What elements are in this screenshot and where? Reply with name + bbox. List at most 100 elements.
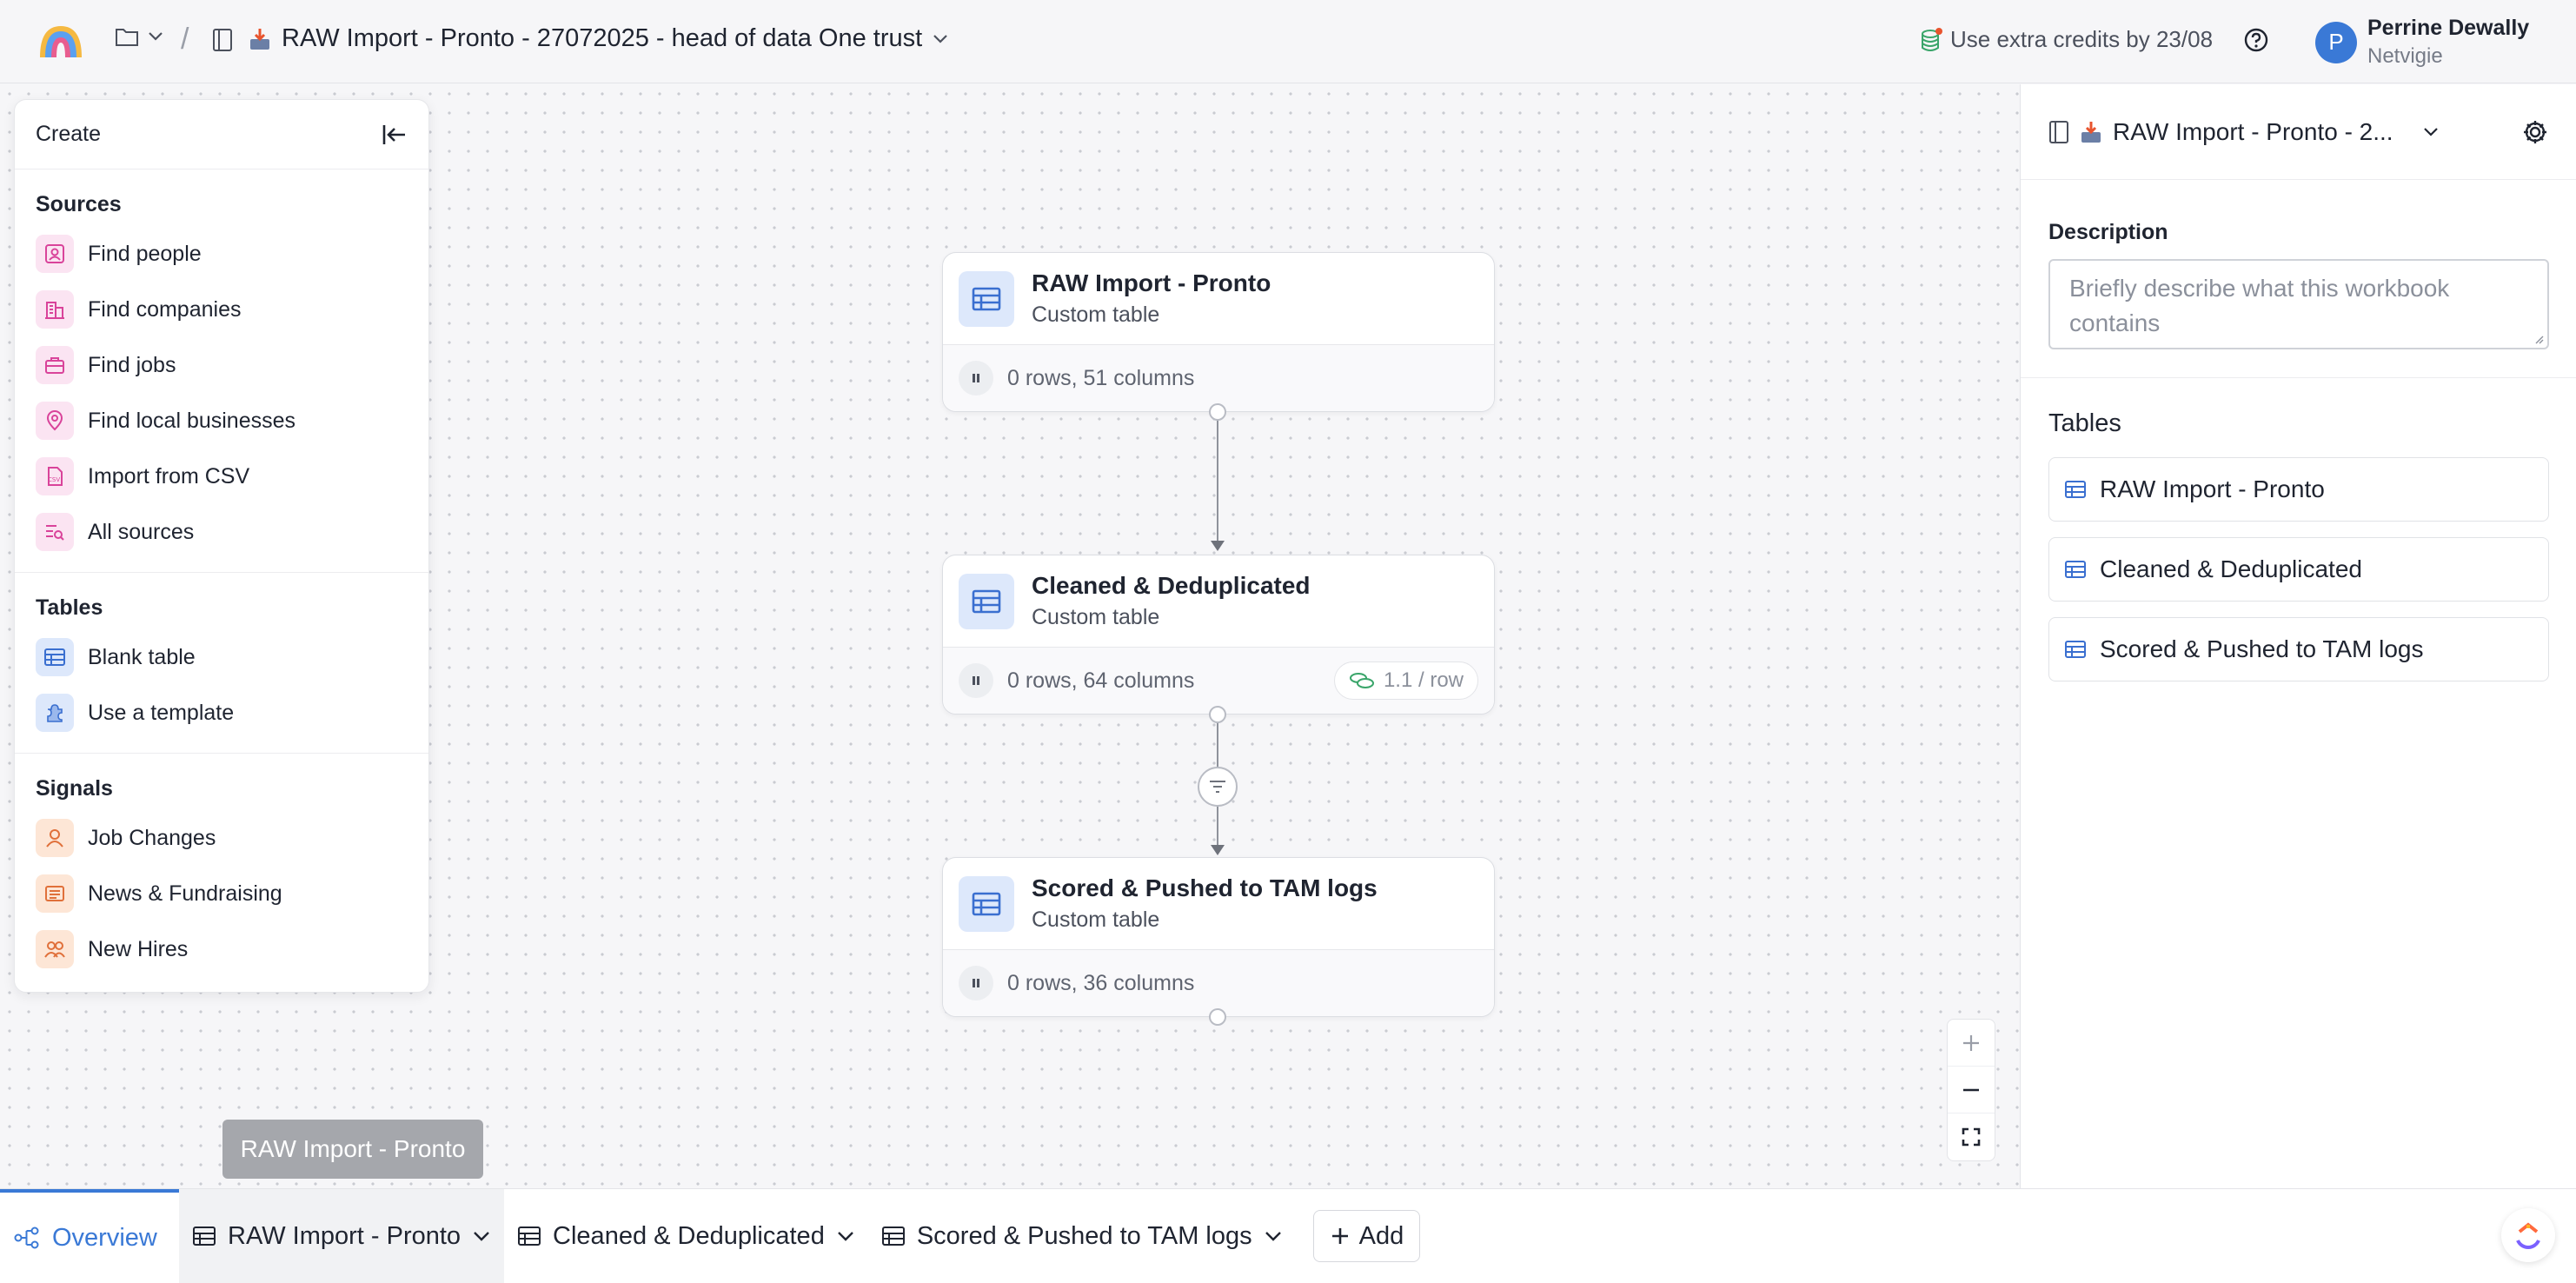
table-list-label: Cleaned & Deduplicated (2100, 555, 2362, 582)
item-label: Import from CSV (88, 463, 250, 489)
connector-line (1217, 718, 1218, 767)
chevron-down-icon (148, 31, 163, 42)
node-output-port[interactable] (1209, 403, 1226, 421)
credits-notice[interactable]: Use extra credits by 23/08 (1921, 26, 2213, 53)
arrow-head (1211, 845, 1225, 855)
chevron-down-icon[interactable] (2423, 127, 2439, 137)
description-textarea[interactable]: Briefly describe what this workbook cont… (2048, 259, 2549, 349)
tab-scored[interactable]: Scored & Pushed to TAM logs (868, 1189, 1296, 1283)
signals-section: Signals Job Changes News & Fundraising N… (15, 754, 428, 989)
resize-handle-icon[interactable] (2533, 334, 2544, 344)
create-panel: Create Sources Find people Find companie… (14, 99, 429, 993)
tab-label: Overview (52, 1223, 157, 1252)
tables-heading: Tables (2048, 409, 2121, 437)
fit-view-button[interactable] (1948, 1113, 1995, 1160)
panel-workbook-title[interactable]: RAW Import - Pronto - 2... (2048, 118, 2393, 146)
table-list-item[interactable]: Cleaned & Deduplicated (2048, 537, 2549, 602)
puzzle-icon (36, 694, 74, 732)
workbook-title-menu[interactable]: RAW Import - Pronto - 27072025 - head of… (249, 24, 948, 53)
svg-text:CSV: CSV (48, 476, 60, 483)
item-label: Use a template (88, 700, 235, 725)
minus-icon (1962, 1080, 1981, 1100)
find-jobs-item[interactable]: Find jobs (36, 337, 408, 393)
inbox-tray-icon (249, 27, 271, 51)
zoom-in-button[interactable] (1948, 1020, 1995, 1067)
pause-button[interactable] (959, 663, 993, 698)
node-title: Scored & Pushed to TAM logs (1032, 874, 1378, 901)
node-subtitle: Custom table (1032, 605, 1160, 629)
table-icon (959, 875, 1014, 932)
coins-icon (1349, 671, 1375, 690)
blank-table-item[interactable]: Blank table (36, 629, 408, 685)
find-people-item[interactable]: Find people (36, 226, 408, 282)
workbook-details-panel: RAW Import - Pronto - 2... Description B… (2020, 84, 2576, 1188)
use-template-item[interactable]: Use a template (36, 685, 408, 741)
create-panel-title: Create (36, 122, 102, 146)
node-stats: 0 rows, 51 columns (1007, 365, 1195, 390)
credits-text: Use extra credits by 23/08 (1950, 26, 2214, 52)
table-node[interactable]: Cleaned & Deduplicated Custom table 0 ro… (942, 555, 1495, 715)
gear-icon[interactable] (2522, 119, 2548, 145)
table-icon (959, 573, 1014, 629)
import-csv-item[interactable]: CSV Import from CSV (36, 449, 408, 504)
list-search-icon (36, 513, 74, 551)
collapse-panel-icon[interactable] (382, 123, 408, 146)
filter-node[interactable] (1198, 767, 1238, 807)
table-icon (2065, 481, 2086, 498)
table-icon (193, 1226, 216, 1246)
pause-button[interactable] (959, 966, 993, 1000)
app-logo-icon[interactable] (37, 21, 85, 59)
new-hires-item[interactable]: New Hires (36, 921, 408, 977)
pause-button[interactable] (959, 361, 993, 396)
node-title: Cleaned & Deduplicated (1032, 572, 1311, 599)
find-local-businesses-item[interactable]: Find local businesses (36, 393, 408, 449)
news-fundraising-item[interactable]: News & Fundraising (36, 866, 408, 921)
fullscreen-icon (1962, 1127, 1981, 1147)
table-icon (518, 1226, 541, 1246)
tab-overview[interactable]: Overview (0, 1188, 179, 1283)
user-menu[interactable]: P Perrine Dewally Netvigie (2315, 16, 2529, 69)
table-node[interactable]: Scored & Pushed to TAM logs Custom table… (942, 857, 1495, 1017)
find-companies-item[interactable]: Find companies (36, 282, 408, 337)
assistant-logo-icon[interactable] (2501, 1208, 2555, 1262)
tab-cleaned[interactable]: Cleaned & Deduplicated (504, 1189, 868, 1283)
item-label: Find people (88, 241, 202, 266)
map-pin-icon (36, 402, 74, 440)
add-label: Add (1358, 1221, 1404, 1250)
plus-icon (1330, 1226, 1351, 1246)
connector-line (1217, 415, 1218, 542)
credit-rate-text: 1.1 / row (1383, 668, 1464, 692)
zoom-out-button[interactable] (1948, 1067, 1995, 1113)
person-icon (36, 819, 74, 857)
all-sources-item[interactable]: All sources (36, 504, 408, 560)
table-icon (881, 1226, 905, 1246)
tab-tooltip: RAW Import - Pronto (222, 1120, 483, 1179)
table-node[interactable]: RAW Import - Pronto Custom table 0 rows,… (942, 252, 1495, 412)
node-output-port[interactable] (1209, 706, 1226, 723)
workbook-icon (2048, 120, 2069, 144)
add-tab-button[interactable]: Add (1312, 1210, 1421, 1262)
node-output-port[interactable] (1209, 1008, 1226, 1026)
person-card-icon (36, 235, 74, 273)
workbook-icon (212, 28, 233, 52)
divider (2021, 377, 2576, 378)
table-icon (2065, 561, 2086, 578)
job-changes-item[interactable]: Job Changes (36, 810, 408, 866)
chevron-down-icon[interactable] (1265, 1230, 1282, 1242)
workflow-icon (14, 1226, 40, 1249)
chevron-down-icon[interactable] (837, 1230, 854, 1242)
item-label: Job Changes (88, 825, 216, 850)
coins-icon (1921, 27, 1943, 53)
node-stats: 0 rows, 36 columns (1007, 970, 1195, 995)
tab-raw-import[interactable]: RAW Import - Pronto (179, 1188, 505, 1283)
item-label: New Hires (88, 936, 189, 961)
folder-menu[interactable] (115, 26, 163, 47)
table-list-label: Scored & Pushed to TAM logs (2100, 635, 2424, 662)
chevron-down-icon[interactable] (473, 1230, 490, 1242)
avatar: P (2315, 21, 2357, 63)
people-icon (36, 930, 74, 968)
help-icon[interactable] (2244, 28, 2268, 52)
table-list-item[interactable]: Scored & Pushed to TAM logs (2048, 617, 2549, 681)
table-list-item[interactable]: RAW Import - Pronto (2048, 457, 2549, 522)
node-title: RAW Import - Pronto (1032, 269, 1271, 296)
